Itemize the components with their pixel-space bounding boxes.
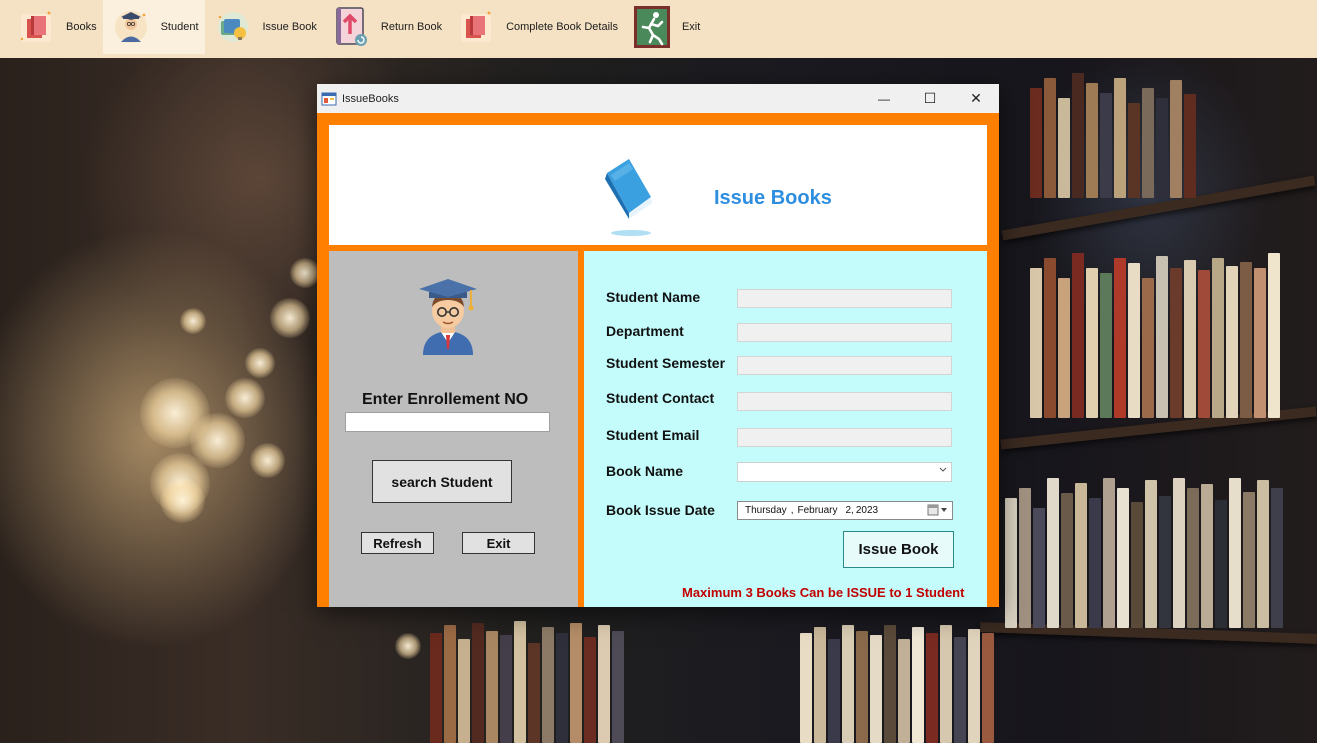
search-student-label: search Student	[391, 473, 493, 490]
toolbar-issue-book-label: Issue Book	[262, 21, 317, 33]
toolbar-issue-book-button[interactable]: Issue Book	[205, 0, 323, 54]
calendar-dropdown-icon[interactable]	[927, 504, 949, 516]
exit-icon	[630, 5, 674, 49]
student-email-field[interactable]	[737, 428, 952, 447]
toolbar-return-book-button[interactable]: Return Book	[323, 0, 448, 54]
minimize-icon: —	[878, 91, 890, 106]
student-form-panel: Student Name Department Student Semester…	[584, 251, 987, 607]
close-icon: ✕	[970, 90, 982, 106]
date-weekday: Thursday	[745, 505, 787, 516]
issue-books-window: IssueBooks — ☐ ✕ Issue Books Enter Enrol…	[317, 84, 999, 607]
toolbar-books-label: Books	[66, 21, 97, 33]
maximize-button[interactable]: ☐	[907, 84, 953, 113]
maximize-icon: ☐	[923, 90, 937, 106]
exit-button[interactable]: Exit	[462, 532, 535, 554]
issue-book-label: Issue Book	[858, 541, 939, 558]
student-name-field[interactable]	[737, 289, 952, 308]
toolbar-exit-button[interactable]: Exit	[624, 0, 706, 54]
date-month: February	[797, 505, 838, 516]
issue-book-button[interactable]: Issue Book	[843, 531, 954, 568]
student-semester-field[interactable]	[737, 356, 952, 375]
enrollment-label: Enter Enrollement NO	[362, 391, 529, 408]
window-client-area: Issue Books Enter Enrollement NO search …	[317, 113, 999, 607]
book-issue-date-label: Book Issue Date	[606, 502, 715, 518]
toolbar-complete-book-details-button[interactable]: Complete Book Details	[448, 0, 624, 54]
book-name-dropdown[interactable]	[737, 462, 952, 482]
issue-book-icon	[211, 5, 255, 49]
enrollment-panel: Enter Enrollement NO search Student Refr…	[329, 251, 578, 607]
toolbar-student-button[interactable]: Student	[102, 0, 205, 54]
student-semester-label: Student Semester	[606, 355, 726, 371]
student-contact-field[interactable]	[737, 392, 952, 411]
return-book-icon	[329, 5, 373, 49]
header-panel: Issue Books	[329, 125, 987, 245]
student-name-label: Student Name	[606, 289, 701, 305]
toolbar-books-button[interactable]: Books	[8, 0, 103, 54]
page-title: Issue Books	[714, 187, 832, 209]
max-books-warning: Maximum 3 Books Can be ISSUE to 1 Studen…	[682, 585, 965, 600]
blue-book-icon	[599, 155, 669, 244]
books-icon	[14, 5, 58, 49]
student-email-label: Student Email	[606, 427, 700, 443]
minimize-button[interactable]: —	[861, 84, 907, 113]
student-contact-label: Student Contact	[606, 390, 715, 406]
search-student-button[interactable]: search Student	[372, 460, 512, 503]
refresh-label: Refresh	[373, 535, 422, 551]
window-title: IssueBooks	[342, 92, 399, 105]
date-year: 2023	[855, 505, 879, 516]
toolbar-student-label: Student	[160, 21, 199, 33]
enrollment-input[interactable]	[345, 412, 550, 432]
main-menu-toolbar: Books Student Issue Book Return Book Com…	[0, 0, 1317, 58]
student-icon	[109, 5, 153, 49]
graduate-student-icon	[415, 277, 481, 360]
book-name-label: Book Name	[606, 463, 684, 479]
form-app-icon	[321, 91, 337, 107]
department-field[interactable]	[737, 323, 952, 342]
issue-date-picker[interactable]: Thursday , February 2 , 2023	[737, 501, 953, 520]
department-label: Department	[606, 323, 684, 339]
close-button[interactable]: ✕	[953, 84, 999, 113]
toolbar-exit-label: Exit	[681, 21, 701, 33]
chevron-down-icon	[938, 464, 948, 477]
toolbar-complete-book-details-label: Complete Book Details	[506, 21, 618, 33]
toolbar-return-book-label: Return Book	[380, 21, 443, 33]
window-titlebar[interactable]: IssueBooks — ☐ ✕	[317, 84, 999, 113]
exit-label: Exit	[486, 535, 511, 551]
refresh-button[interactable]: Refresh	[361, 532, 434, 554]
book-details-icon	[454, 5, 498, 49]
